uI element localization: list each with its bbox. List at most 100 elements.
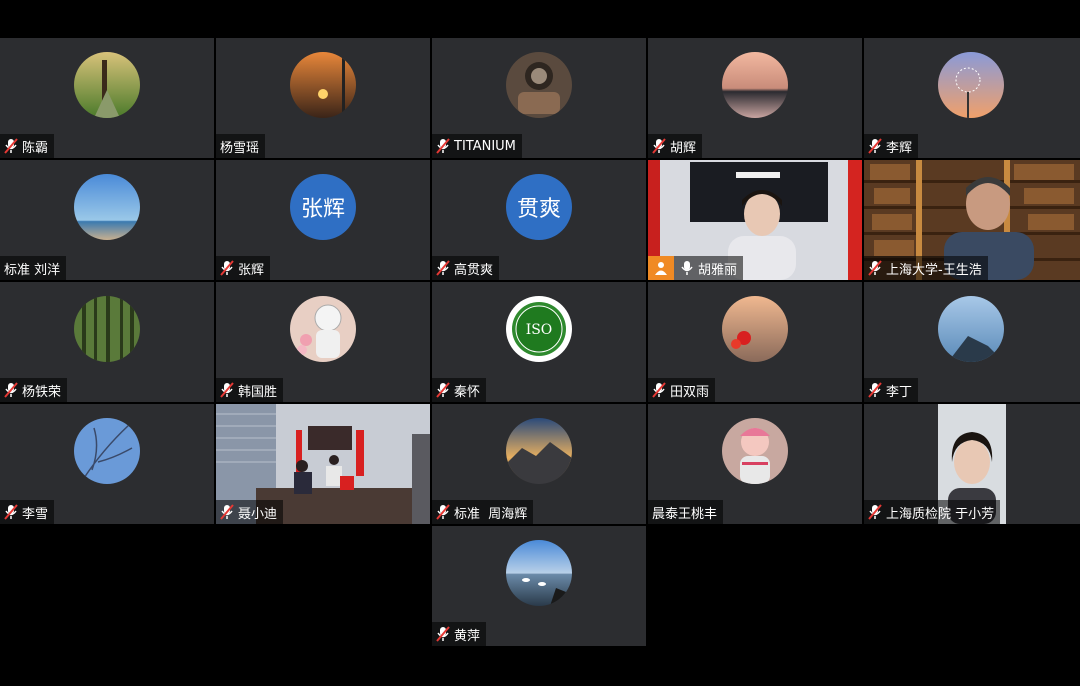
participant-tile[interactable]: 韩国胜 [216,282,430,402]
participant-nameplate: 标准 刘洋 [0,256,67,280]
avatar [74,296,140,362]
avatar [74,52,140,118]
participant-nameplate: 高贯爽 [432,256,500,280]
participant-tile[interactable]: 李丁 [864,282,1080,402]
participant-tile[interactable]: 贯爽 高贯爽 [432,160,646,280]
participant-tile[interactable]: 标准 周海辉 [432,404,646,524]
participant-tile[interactable]: 上海质检院 于小芳 [864,404,1080,524]
participant-nameplate: 田双雨 [648,378,716,402]
mic-muted-icon [436,382,450,398]
participant-name: 陈霸 [22,140,49,156]
avatar [290,296,356,362]
participant-nameplate: 标准 周海辉 [432,500,534,524]
participant-name: 田双雨 [670,384,710,400]
participant-tile[interactable]: 李雪 [0,404,214,524]
participant-name: 晨泰王桃丰 [652,506,718,522]
participant-nameplate: 李辉 [864,134,919,158]
mic-muted-icon [220,260,234,276]
participant-nameplate: 上海质检院 于小芳 [864,500,1001,524]
participant-tile[interactable]: 田双雨 [648,282,862,402]
participant-nameplate: 秦怀 [432,378,487,402]
mic-muted-icon [868,382,882,398]
participant-nameplate: 胡辉 [648,134,703,158]
avatar [506,418,572,484]
participant-name: 黄萍 [454,628,481,644]
mic-muted-icon [4,138,18,154]
participant-nameplate: TITANIUM [432,134,522,158]
mic-muted-icon [436,504,450,520]
participant-name: 秦怀 [454,384,481,400]
participant-name: 杨雪瑶 [220,140,260,156]
participant-nameplate: 上海大学-王生浩 [864,256,988,280]
avatar [938,52,1004,118]
avatar [722,296,788,362]
mic-muted-icon [868,504,882,520]
participant-nameplate: 张辉 [216,256,271,280]
mic-muted-icon [868,260,882,276]
participant-tile[interactable]: TITANIUM [432,38,646,158]
participant-tile[interactable]: 标准 刘洋 [0,160,214,280]
participant-tile[interactable]: 李辉 [864,38,1080,158]
participant-name: 上海质检院 于小芳 [886,506,995,522]
avatar [722,418,788,484]
participant-nameplate: 胡雅丽 [648,256,744,280]
avatar: 贯爽 [506,174,572,240]
mic-muted-icon [220,504,234,520]
participant-tile[interactable]: 张辉 张辉 [216,160,430,280]
participant-name: 高贯爽 [454,262,494,278]
participant-tile[interactable]: ISO 秦怀 [432,282,646,402]
participant-tile[interactable]: 杨雪瑶 [216,38,430,158]
participant-nameplate: 黄萍 [432,622,487,646]
participant-tile[interactable]: 聂小迪 [216,404,430,524]
participant-tile[interactable]: 陈霸 [0,38,214,158]
participant-name: 李丁 [886,384,913,400]
mic-muted-icon [4,382,18,398]
mic-muted-icon [436,138,450,154]
participant-name: 标准 周海辉 [454,506,528,522]
participant-tile[interactable]: 晨泰王桃丰 [648,404,862,524]
participant-nameplate: 杨铁荣 [0,378,68,402]
participant-name: TITANIUM [454,138,516,154]
iso-logo-text: ISO [526,322,553,338]
participant-nameplate: 李丁 [864,378,919,402]
avatar [938,296,1004,362]
mic-muted-icon [4,504,18,520]
avatar [722,52,788,118]
avatar [74,418,140,484]
avatar: 张辉 [290,174,356,240]
participant-name: 李雪 [22,506,49,522]
participant-name: 胡雅丽 [698,262,738,278]
participant-tile[interactable]: 杨铁荣 [0,282,214,402]
participant-nameplate: 杨雪瑶 [216,134,266,158]
participant-name: 张辉 [238,262,265,278]
participant-tile[interactable]: 胡雅丽 [648,160,862,280]
participant-nameplate: 晨泰王桃丰 [648,500,724,524]
avatar: ISO [506,296,572,362]
participant-name: 标准 刘洋 [4,262,61,278]
avatar [506,52,572,118]
mic-muted-icon [652,138,666,154]
avatar [506,540,572,606]
participant-name: 聂小迪 [238,506,278,522]
mic-icon [681,261,693,275]
host-icon [648,256,674,280]
mic-muted-icon [436,260,450,276]
participant-name: 李辉 [886,140,913,156]
avatar [290,52,356,118]
avatar [74,174,140,240]
mic-muted-icon [436,626,450,642]
participant-nameplate: 李雪 [0,500,55,524]
participant-name: 上海大学-王生浩 [886,262,982,278]
participant-name: 韩国胜 [238,384,278,400]
participant-tile[interactable]: 上海大学-王生浩 [864,160,1080,280]
participant-name: 杨铁荣 [22,384,62,400]
participant-grid: 陈霸 杨雪瑶 TITANIUM 胡辉 李辉 标准 刘洋 张辉 张辉 贯爽 高贯爽… [0,38,1080,648]
participant-nameplate: 韩国胜 [216,378,284,402]
mic-muted-icon [868,138,882,154]
participant-nameplate: 聂小迪 [216,500,284,524]
participant-tile[interactable]: 胡辉 [648,38,862,158]
participant-nameplate: 陈霸 [0,134,55,158]
participant-name: 胡辉 [670,140,697,156]
participant-tile[interactable]: 黄萍 [432,526,646,646]
mic-muted-icon [220,382,234,398]
